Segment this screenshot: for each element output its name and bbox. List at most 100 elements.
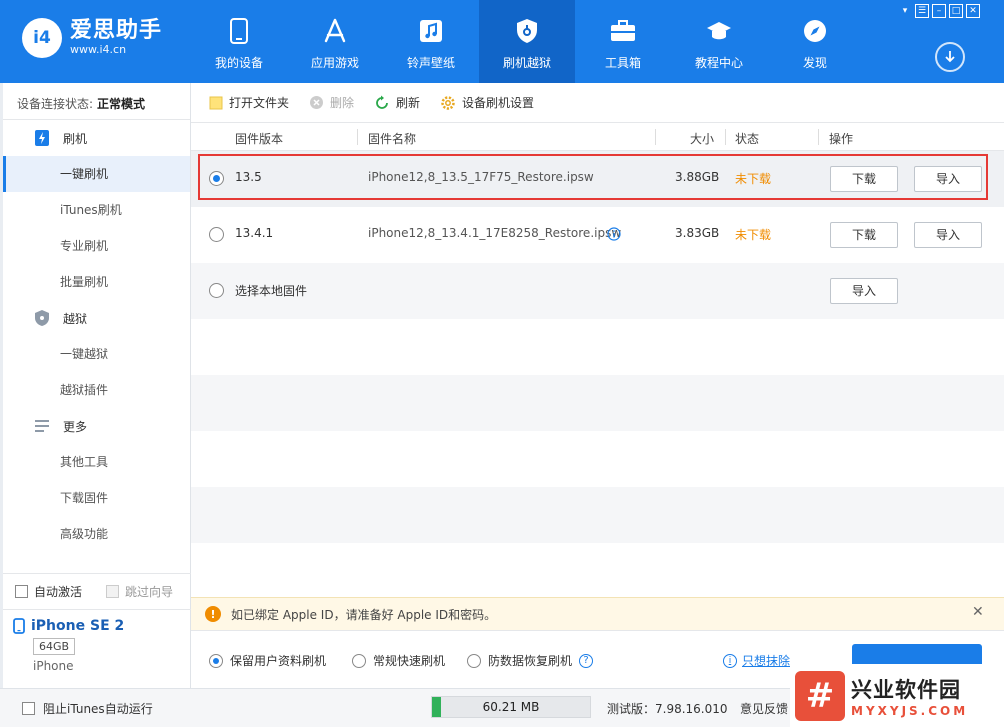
- open-folder-button[interactable]: 打开文件夹: [209, 94, 289, 111]
- main-nav: 我的设备 应用游戏 铃声壁纸 刷机越狱 工具箱 教程中心 发现: [191, 0, 863, 83]
- sidebar-item-other-tools[interactable]: 其他工具: [3, 444, 190, 480]
- refresh-button[interactable]: 刷新: [374, 94, 420, 111]
- connection-mode: 正常模式: [97, 97, 146, 111]
- empty-row: [191, 487, 1004, 543]
- app-logo: i4 爱思助手 www.i4.cn: [22, 18, 162, 58]
- sidebar-item-download-firmware[interactable]: 下载固件: [3, 480, 190, 516]
- sidebar-item-one-click-jailbreak[interactable]: 一键越狱: [3, 336, 190, 372]
- nav-apps-games[interactable]: 应用游戏: [287, 0, 383, 83]
- watermark-logo: #: [795, 670, 845, 721]
- import-local-button[interactable]: 导入: [830, 278, 898, 304]
- shield-icon: [33, 309, 51, 327]
- sidebar-item-advanced[interactable]: 高级功能: [3, 516, 190, 552]
- col-status: 状态: [735, 132, 760, 146]
- sidebar-options: 自动激活 跳过向导: [3, 573, 191, 609]
- maximize-icon[interactable]: □: [949, 4, 963, 18]
- status-badge: 未下载: [735, 228, 772, 242]
- quick-flash-radio[interactable]: [352, 653, 366, 668]
- apple-id-notice: ! 如已绑定 Apple ID，请准备好 Apple ID和密码。: [191, 597, 1004, 630]
- erase-only-link[interactable]: i 只想抹除: [723, 652, 790, 669]
- nav-tutorials[interactable]: 教程中心: [671, 0, 767, 83]
- sidebar-item-batch-flash[interactable]: 批量刷机: [3, 264, 190, 300]
- nav-flash-jailbreak[interactable]: 刷机越狱: [479, 0, 575, 83]
- auto-activate-checkbox[interactable]: [15, 585, 28, 598]
- nav-toolbox[interactable]: 工具箱: [575, 0, 671, 83]
- app-header: i4 爱思助手 www.i4.cn 我的设备 应用游戏 铃声壁纸 刷机越狱 工具…: [0, 0, 1004, 83]
- memory-usage: 60.21 MB: [431, 696, 591, 718]
- phone-icon: [226, 18, 252, 44]
- phone-small-icon: [13, 618, 25, 634]
- device-capacity: 64GB: [33, 638, 76, 655]
- local-firmware-radio[interactable]: [209, 283, 224, 298]
- delete-icon: [310, 96, 324, 109]
- col-version: 固件版本: [235, 132, 284, 146]
- watermark-en: MYXYJS.COM: [851, 703, 969, 718]
- info-circle-icon: i: [723, 653, 737, 668]
- sidebar-item-one-click-flash[interactable]: 一键刷机: [3, 156, 190, 192]
- skip-guide-checkbox[interactable]: [106, 585, 120, 598]
- block-itunes-option[interactable]: 阻止iTunes自动运行: [22, 700, 153, 717]
- minimize-icon[interactable]: –: [932, 4, 946, 18]
- sidebar-item-pro-flash[interactable]: 专业刷机: [3, 228, 190, 264]
- option-anti-recovery[interactable]: 防数据恢复刷机 ?: [467, 652, 594, 669]
- delete-button[interactable]: 删除: [309, 94, 354, 111]
- site-watermark: # 兴业软件园 MYXYJS.COM: [790, 664, 1004, 727]
- download-manager-icon[interactable]: [935, 42, 965, 72]
- local-firmware-row[interactable]: 选择本地固件 导入: [191, 263, 1004, 319]
- option-keep-data[interactable]: 保留用户资料刷机: [209, 652, 326, 669]
- compass-icon: [802, 18, 828, 44]
- sidebar: 设备连接状态: 正常模式 刷机 一键刷机 iTunes刷机 专业刷机 批量刷机 越…: [0, 83, 191, 688]
- nav-my-device[interactable]: 我的设备: [191, 0, 287, 83]
- help-icon[interactable]: ?: [579, 653, 594, 668]
- col-actions: 操作: [829, 132, 854, 146]
- shield-key-icon: [514, 18, 540, 44]
- sidebar-item-itunes-flash[interactable]: iTunes刷机: [3, 192, 190, 228]
- watermark-cn: 兴业软件园: [851, 677, 961, 702]
- memory-usage-bar: [432, 697, 441, 717]
- sidebar-group-more[interactable]: 更多: [3, 408, 190, 444]
- import-button[interactable]: 导入: [914, 222, 982, 248]
- app-version: 测试版：7.98.16.010: [607, 702, 728, 716]
- shirt-icon[interactable]: ▾: [898, 4, 912, 18]
- firmware-row[interactable]: 13.4.1 iPhone12,8_13.4.1_17E8258_Restore…: [191, 207, 1004, 263]
- anti-recovery-radio[interactable]: [467, 653, 481, 668]
- feedback-link[interactable]: 意见反馈: [740, 700, 788, 717]
- nav-discover[interactable]: 发现: [767, 0, 863, 83]
- device-info: iPhone SE 2 64GB iPhone: [3, 609, 191, 688]
- menu-icon[interactable]: ☰: [915, 4, 929, 18]
- sidebar-group-flash[interactable]: 刷机: [3, 120, 190, 156]
- gear-icon: [441, 95, 455, 110]
- phone-flash-icon: [33, 129, 51, 147]
- col-name: 固件名称: [368, 132, 417, 146]
- toolbar: 打开文件夹 删除 刷新 设备刷机设置: [191, 83, 1004, 123]
- selection-highlight-box: [198, 154, 988, 200]
- connection-status: 设备连接状态: 正常模式: [3, 83, 190, 120]
- empty-row: [191, 543, 1004, 597]
- app-url: www.i4.cn: [70, 43, 127, 56]
- firmware-radio[interactable]: [209, 227, 224, 242]
- folder-icon: [209, 96, 223, 109]
- graduation-cap-icon: [706, 18, 732, 44]
- firmware-table-header: 固件版本 固件名称 大小 状态 操作: [191, 123, 1004, 151]
- empty-row: [191, 375, 1004, 431]
- download-button[interactable]: 下载: [830, 222, 898, 248]
- empty-row: [191, 431, 1004, 487]
- list-icon: [33, 417, 51, 435]
- col-size: 大小: [690, 132, 715, 146]
- sidebar-item-jailbreak-plugins[interactable]: 越狱插件: [3, 372, 190, 408]
- app-store-icon: [322, 18, 348, 44]
- toolbox-icon: [610, 18, 636, 44]
- warning-icon: !: [205, 606, 221, 622]
- keep-data-radio[interactable]: [209, 653, 223, 668]
- close-icon[interactable]: ✕: [966, 4, 980, 18]
- empty-row: [191, 319, 1004, 375]
- app-name: 爱思助手: [70, 18, 163, 43]
- sidebar-group-jailbreak[interactable]: 越狱: [3, 300, 190, 336]
- flash-settings-button[interactable]: 设备刷机设置: [440, 94, 534, 111]
- info-icon[interactable]: [607, 227, 621, 244]
- block-itunes-checkbox[interactable]: [22, 702, 35, 715]
- close-notice-icon[interactable]: ✕: [972, 604, 984, 620]
- window-controls: ▾ ☰ – □ ✕: [898, 4, 980, 18]
- option-quick-flash[interactable]: 常规快速刷机: [352, 652, 445, 669]
- nav-ringtones[interactable]: 铃声壁纸: [383, 0, 479, 83]
